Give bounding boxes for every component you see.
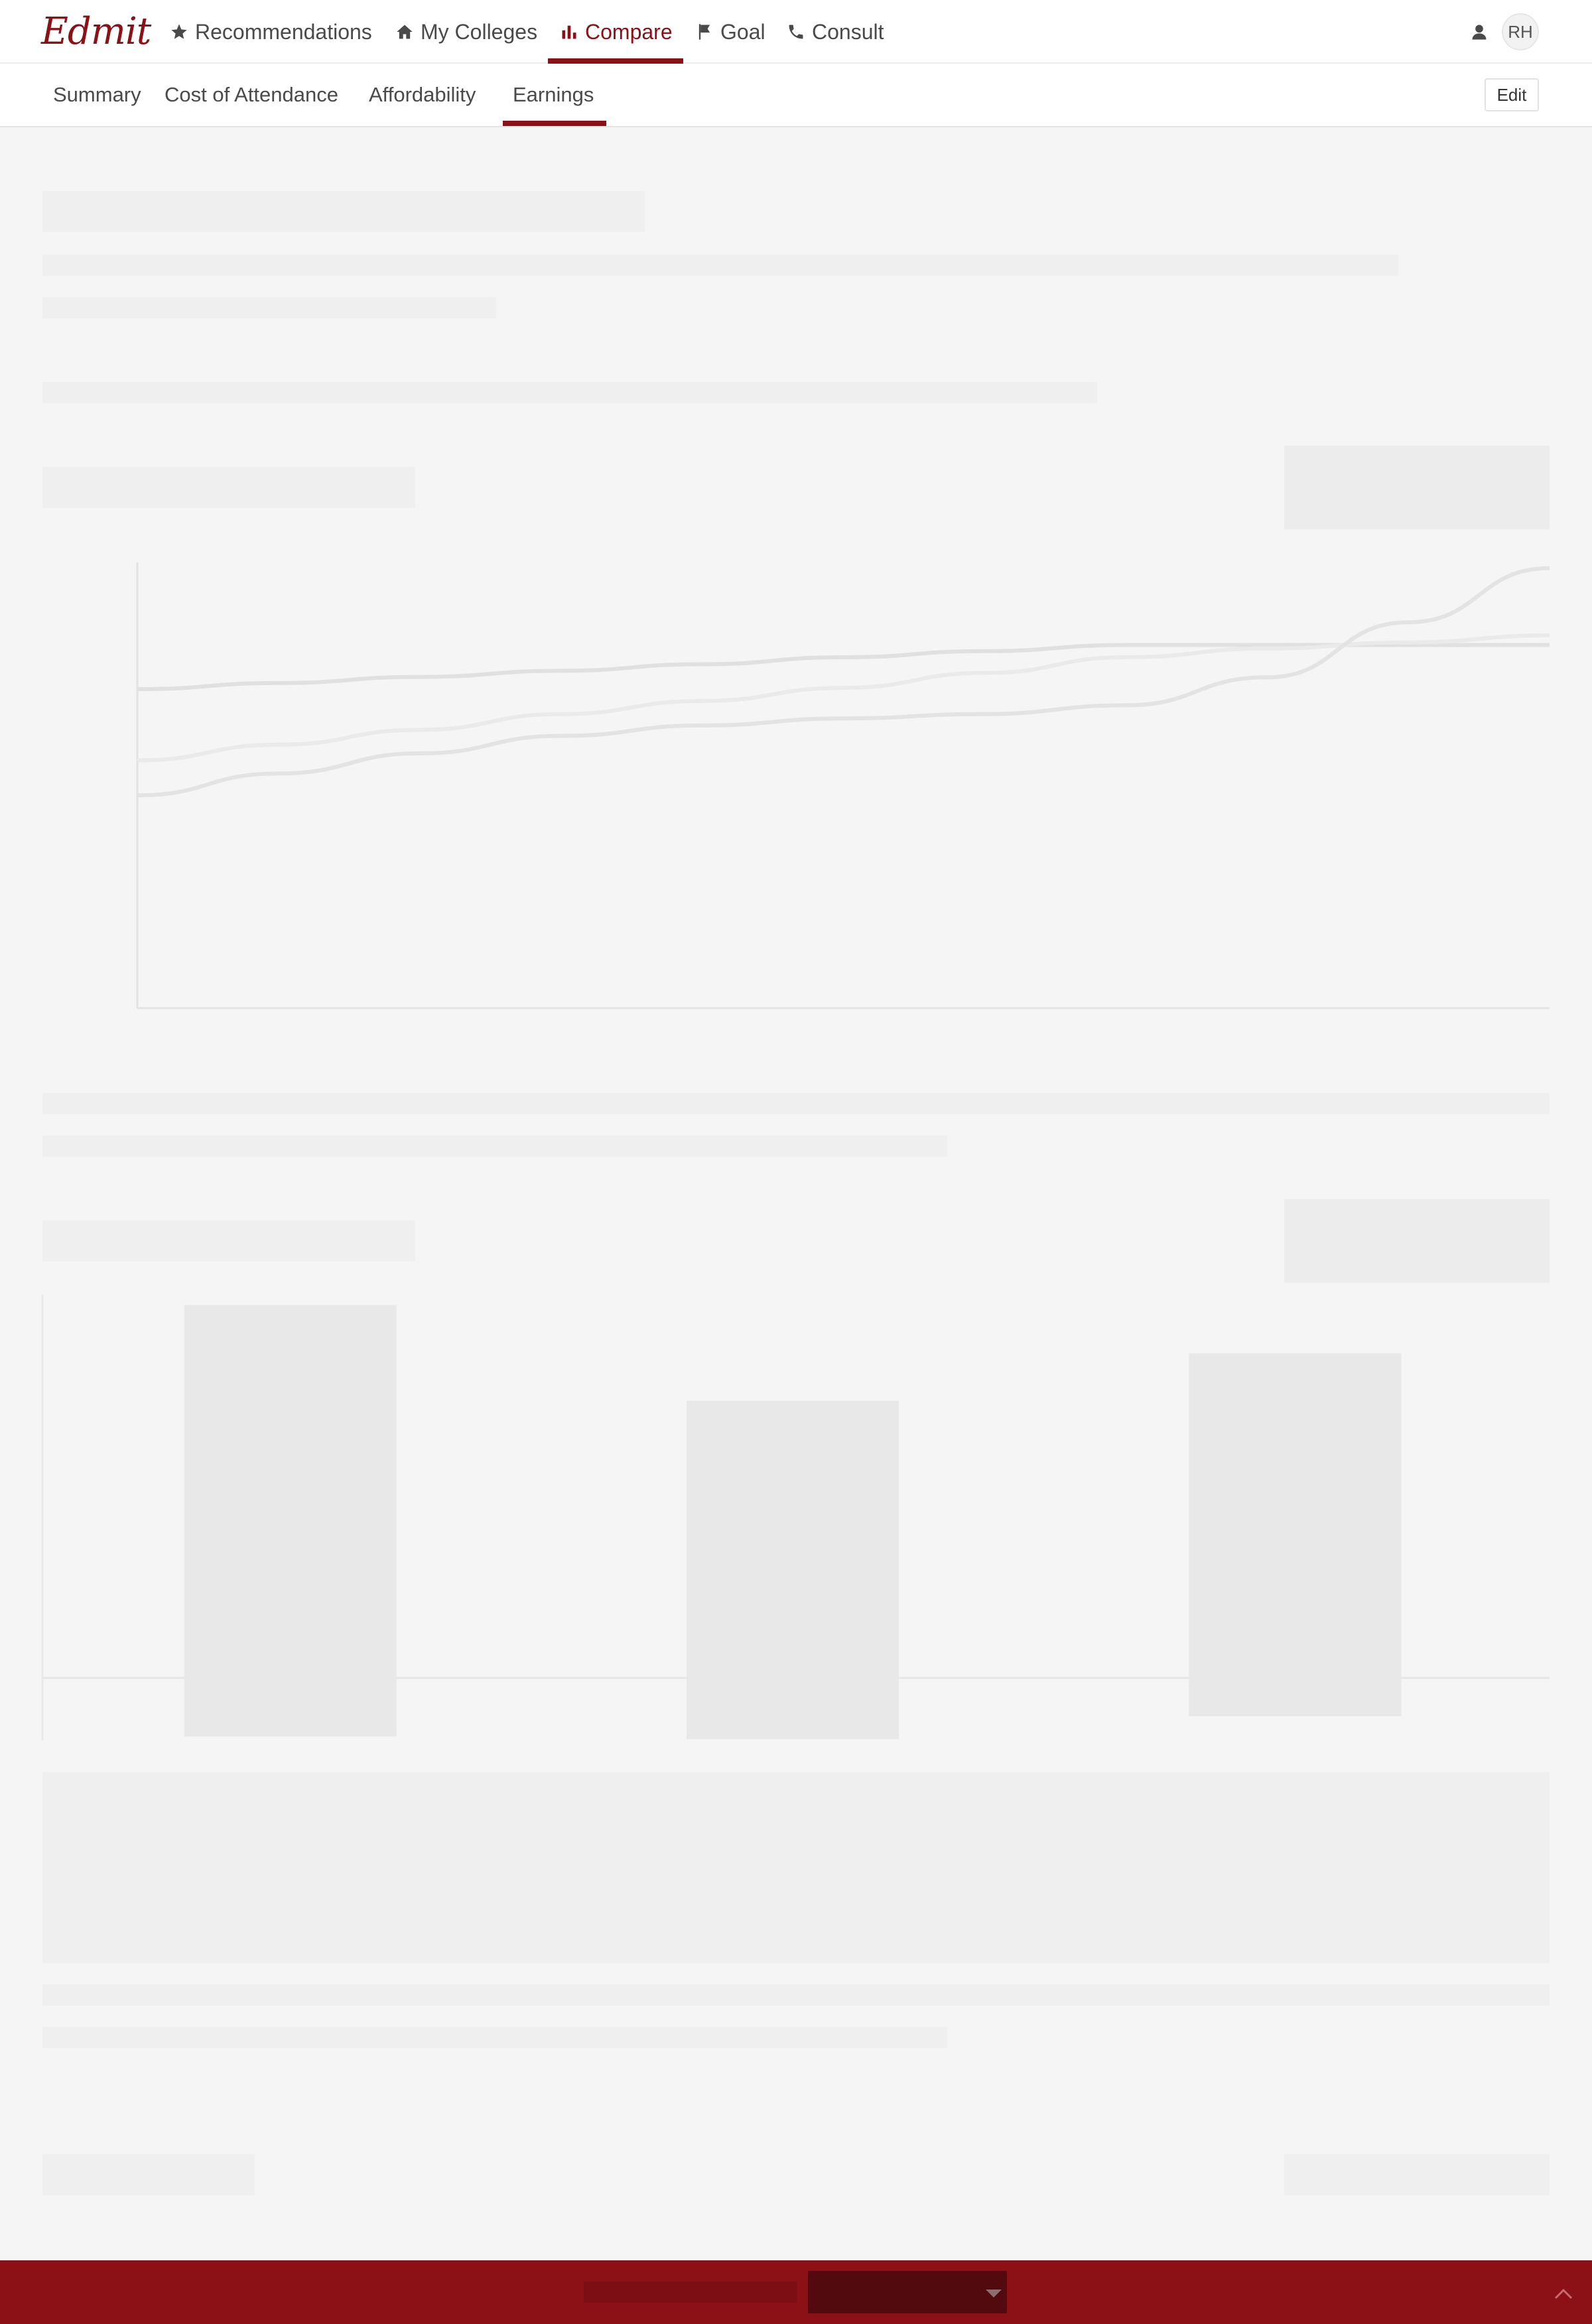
skeleton-text-line (42, 1984, 1550, 2006)
chevron-up-icon[interactable] (1554, 2287, 1573, 2300)
skeleton-text-line (42, 2027, 947, 2048)
chevron-down-icon[interactable] (986, 2290, 1002, 2297)
bar-1 (184, 1305, 397, 1737)
bar-3 (1189, 1353, 1402, 1716)
footer-select-skeleton[interactable] (808, 2271, 1007, 2313)
earnings-bar-chart-skeleton (41, 1295, 1550, 1740)
skeleton-info-panel (42, 1772, 1550, 1963)
footer-label-skeleton (584, 2282, 797, 2303)
sticky-footer-bar (0, 2260, 1592, 2324)
skeleton-footer-text (42, 2154, 255, 2195)
bar-2 (687, 1401, 899, 1740)
skeleton-footer-action (1284, 2154, 1550, 2195)
